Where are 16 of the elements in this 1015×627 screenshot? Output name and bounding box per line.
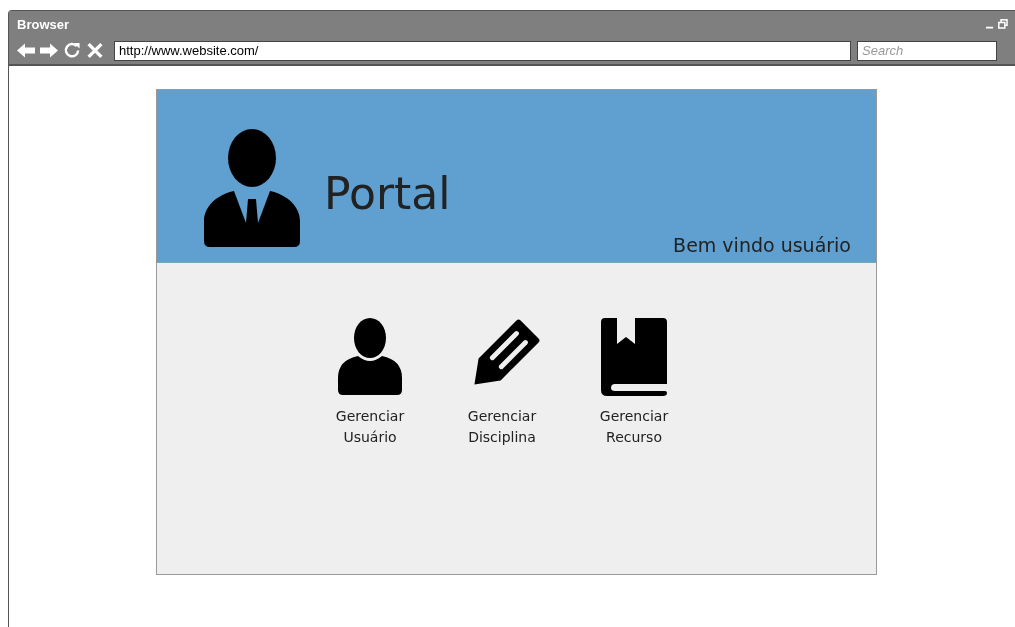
user-icon: [338, 318, 402, 396]
menu-link[interactable]: Gerenciar Disciplina: [460, 406, 544, 448]
forward-icon[interactable]: [40, 42, 58, 59]
welcome-text: Bem vindo usuário: [673, 234, 851, 256]
restore-icon[interactable]: [998, 19, 1008, 29]
book-icon: [601, 318, 667, 396]
window-title: Browser: [17, 16, 71, 32]
search-field[interactable]: Search: [857, 40, 997, 61]
businessman-icon: [204, 129, 300, 247]
close-icon[interactable]: [86, 42, 104, 59]
address-field[interactable]: http://www.website.com/: [114, 40, 851, 61]
reload-icon[interactable]: [63, 42, 81, 59]
back-icon[interactable]: [17, 42, 35, 59]
portal-title: Portal: [324, 172, 451, 216]
menu-link[interactable]: Gerenciar Usuário: [328, 406, 412, 448]
menu-link[interactable]: Gerenciar Recurso: [592, 406, 676, 448]
